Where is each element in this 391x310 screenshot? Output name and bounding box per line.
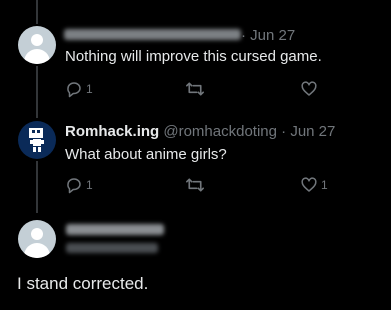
author-handle[interactable]: @romhackdoting [163,123,277,140]
heart-icon [301,177,317,192]
thread-line-2 [36,161,38,213]
tweet-text: What about anime girls? [65,146,227,163]
like-count: 1 [321,178,328,192]
reply-button[interactable]: 1 [65,80,93,98]
like-button[interactable] [300,80,321,98]
avatar-body [24,49,50,64]
reply-button[interactable]: 1 [65,176,93,194]
retweet-button[interactable] [185,176,208,194]
redacted-author-handle [66,243,158,253]
retweet-icon [186,178,204,192]
avatar-romhack[interactable] [18,121,56,159]
tweet-date[interactable]: · Jun 27 [241,27,295,44]
heart-icon [301,81,317,96]
thread-line-top [36,0,38,24]
romhack-logo-icon [29,128,44,152]
retweet-icon [186,82,204,96]
redacted-author-name [64,29,241,40]
author-name[interactable]: Romhack.ing [65,123,159,140]
reply-icon [67,82,81,98]
tweet-text: Nothing will improve this cursed game. [65,48,322,65]
retweet-button[interactable] [185,80,208,98]
avatar-default[interactable] [18,26,56,64]
tweet-header: Romhack.ing @romhackdoting · Jun 27 [65,123,335,140]
reply-count: 1 [86,178,93,192]
thread-line-1 [36,66,38,118]
like-button[interactable]: 1 [300,176,328,194]
avatar-body [24,243,50,258]
avatar-default[interactable] [18,220,56,258]
avatar-head [31,228,43,240]
tweet-date[interactable]: · Jun 27 [281,123,335,140]
reply-count: 1 [86,82,93,96]
redacted-author-name [66,224,164,235]
main-tweet-text: I stand corrected. [17,274,149,293]
reply-icon [67,178,81,194]
avatar-head [31,34,43,46]
